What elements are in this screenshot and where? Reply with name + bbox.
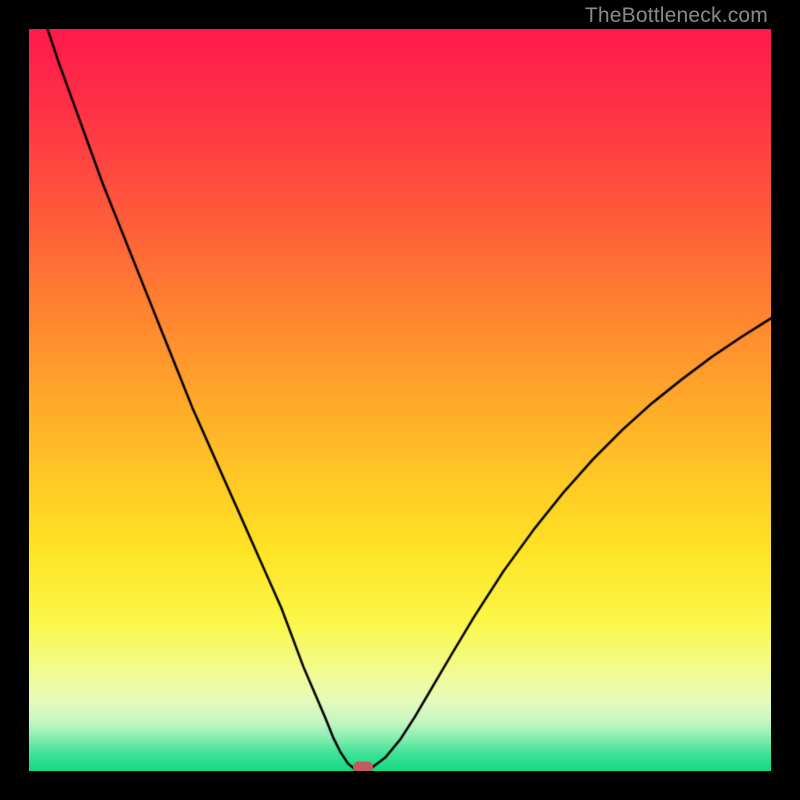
- plot-area: [29, 29, 771, 771]
- bottleneck-curve: [29, 29, 771, 771]
- optimal-point-marker: [353, 761, 373, 771]
- watermark-text: TheBottleneck.com: [585, 4, 768, 28]
- chart-frame: TheBottleneck.com: [0, 0, 800, 800]
